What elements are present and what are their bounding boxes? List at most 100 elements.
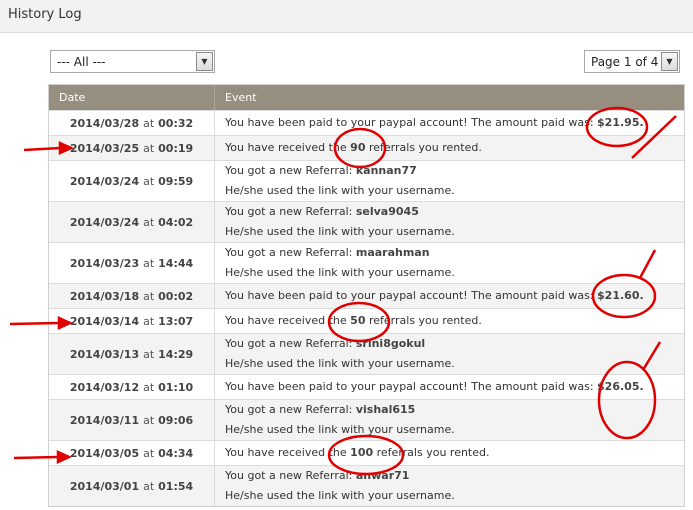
row-event: You have been paid to your paypal accoun…	[215, 111, 684, 135]
row-event: You have received the 90 referrals you r…	[215, 136, 684, 160]
chevron-down-icon[interactable]: ▼	[661, 52, 678, 71]
row-event: You have received the 100 referrals you …	[215, 441, 684, 465]
row-datetime: 2014/03/14 at 13:07	[49, 309, 215, 333]
table-row: 2014/03/01 at 01:54 You got a new Referral:…	[49, 465, 684, 506]
event-line: You have received the 90 referrals you r…	[225, 138, 684, 158]
page-select-value: Page 1 of 4	[591, 55, 659, 69]
event-highlight: srini8gokul	[355, 337, 426, 350]
event-highlight: kannan77	[355, 164, 417, 177]
event-highlight: 50	[350, 314, 366, 327]
row-time: 00:02	[158, 289, 194, 303]
row-at: at	[143, 380, 155, 394]
row-time: 04:34	[158, 446, 194, 460]
table-row: 2014/03/05 at 04:34 You have received the 1…	[49, 440, 684, 465]
row-at: at	[143, 446, 155, 460]
row-at: at	[143, 347, 155, 361]
event-highlight: anwar71	[355, 469, 410, 482]
event-text: You have been paid to your paypal accoun…	[225, 116, 598, 129]
row-event: You got a new Referral: kannan77 He/she u…	[215, 161, 684, 201]
row-date: 2014/03/14	[69, 314, 140, 328]
event-line: You got a new Referral: vishal615	[225, 400, 684, 420]
history-table: Date Event 2014/03/28 at 00:32 You have bee…	[48, 84, 685, 507]
row-datetime: 2014/03/23 at 14:44	[49, 243, 215, 283]
row-date: 2014/03/01	[69, 479, 140, 493]
event-text: You have received the	[225, 141, 351, 154]
header-bar: History Log	[0, 0, 693, 33]
table-row: 2014/03/25 at 00:19 You have received the 9…	[49, 135, 684, 160]
row-datetime: 2014/03/01 at 01:54	[49, 466, 215, 506]
row-datetime: 2014/03/12 at 01:10	[49, 375, 215, 399]
row-datetime: 2014/03/24 at 09:59	[49, 161, 215, 201]
table-row: 2014/03/13 at 14:29 You got a new Referral:…	[49, 333, 684, 374]
row-date: 2014/03/25	[69, 141, 140, 155]
event-text: referrals you rented.	[373, 446, 490, 459]
event-line: He/she used the link with your username.	[225, 486, 684, 506]
event-text: You got a new Referral:	[225, 205, 356, 218]
row-date: 2014/03/18	[69, 289, 140, 303]
event-line: You got a new Referral: kannan77	[225, 161, 684, 181]
row-at: at	[143, 215, 155, 229]
event-line: You have been paid to your paypal accoun…	[225, 377, 684, 397]
table-row: 2014/03/12 at 01:10 You have been paid to y…	[49, 374, 684, 399]
event-line: He/she used the link with your username.	[225, 263, 684, 283]
table-row: 2014/03/23 at 14:44 You got a new Referral:…	[49, 242, 684, 283]
row-time: 14:29	[158, 347, 194, 361]
event-text: He/she used the link with your username.	[225, 489, 455, 502]
event-text: referrals you rented.	[365, 314, 482, 327]
event-highlight: maarahman	[355, 246, 430, 259]
row-at: at	[143, 256, 155, 270]
row-event: You got a new Referral: vishal615 He/she …	[215, 400, 684, 440]
row-date: 2014/03/28	[69, 116, 140, 130]
event-filter-value: --- All ---	[57, 55, 106, 69]
row-datetime: 2014/03/13 at 14:29	[49, 334, 215, 374]
page-title: History Log	[8, 7, 82, 22]
table-row: 2014/03/24 at 04:02 You got a new Referral:…	[49, 201, 684, 242]
row-date: 2014/03/23	[69, 256, 140, 270]
table-body: 2014/03/28 at 00:32 You have been paid to y…	[49, 110, 684, 506]
row-at: at	[143, 289, 155, 303]
row-time: 14:44	[158, 256, 194, 270]
row-time: 00:19	[158, 141, 194, 155]
event-text: You have been paid to your paypal accoun…	[225, 289, 598, 302]
row-event: You got a new Referral: srini8gokul He/sh…	[215, 334, 684, 374]
event-line: You have been paid to your paypal accoun…	[225, 286, 684, 306]
row-time: 01:54	[158, 479, 194, 493]
event-text: He/she used the link with your username.	[225, 357, 455, 370]
column-header-date: Date	[49, 85, 215, 110]
event-filter-select[interactable]: --- All --- ▼	[50, 50, 215, 73]
row-at: at	[143, 479, 155, 493]
row-at: at	[143, 314, 155, 328]
event-text: You got a new Referral:	[225, 337, 356, 350]
row-time: 00:32	[158, 116, 194, 130]
row-datetime: 2014/03/28 at 00:32	[49, 111, 215, 135]
table-header: Date Event	[49, 85, 684, 110]
row-date: 2014/03/05	[69, 446, 140, 460]
event-highlight: 90	[350, 141, 366, 154]
page-select[interactable]: Page 1 of 4 ▼	[584, 50, 680, 73]
chevron-down-icon[interactable]: ▼	[196, 52, 213, 71]
event-line: You have received the 100 referrals you …	[225, 443, 684, 463]
row-time: 01:10	[158, 380, 194, 394]
event-line: You got a new Referral: maarahman	[225, 243, 684, 263]
event-line: He/she used the link with your username.	[225, 420, 684, 440]
row-event: You have been paid to your paypal accoun…	[215, 375, 684, 399]
row-time: 09:06	[158, 413, 194, 427]
event-text: He/she used the link with your username.	[225, 225, 455, 238]
row-datetime: 2014/03/11 at 09:06	[49, 400, 215, 440]
event-text: You got a new Referral:	[225, 403, 356, 416]
row-event: You have been paid to your paypal accoun…	[215, 284, 684, 308]
table-row: 2014/03/18 at 00:02 You have been paid to y…	[49, 283, 684, 308]
row-event: You got a new Referral: selva9045 He/she …	[215, 202, 684, 242]
table-row: 2014/03/11 at 09:06 You got a new Referral:…	[49, 399, 684, 440]
row-time: 13:07	[158, 314, 194, 328]
event-text: You have received the	[225, 314, 351, 327]
row-event: You got a new Referral: anwar71 He/she us…	[215, 466, 684, 506]
table-row: 2014/03/24 at 09:59 You got a new Referral:…	[49, 160, 684, 201]
event-line: You got a new Referral: srini8gokul	[225, 334, 684, 354]
event-line: He/she used the link with your username.	[225, 181, 684, 201]
event-highlight: vishal615	[355, 403, 416, 416]
row-at: at	[143, 141, 155, 155]
event-text: He/she used the link with your username.	[225, 423, 455, 436]
event-text: You got a new Referral:	[225, 469, 356, 482]
event-line: You got a new Referral: selva9045	[225, 202, 684, 222]
